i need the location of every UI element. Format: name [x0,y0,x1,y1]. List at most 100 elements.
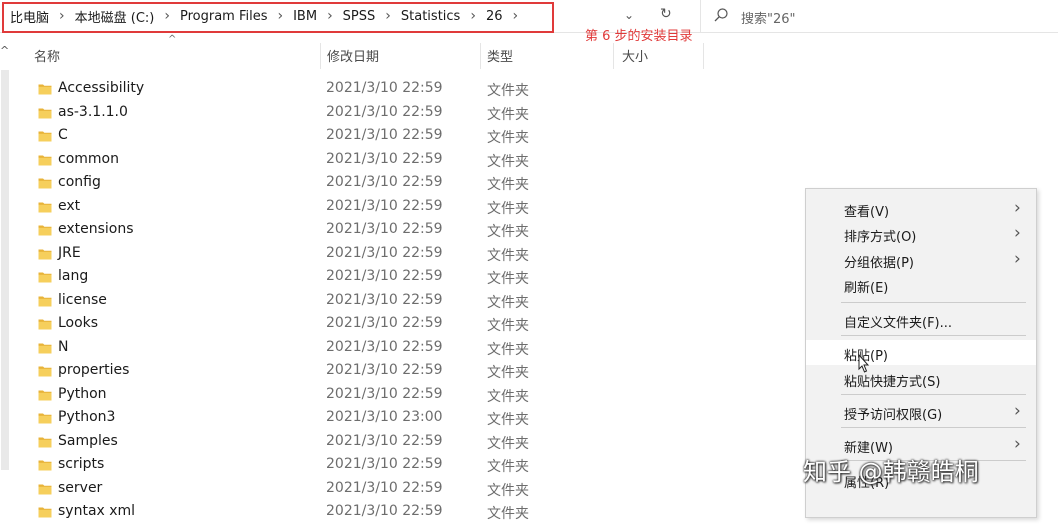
chevron-right-icon: › [1014,401,1021,421]
table-row[interactable]: extensions 2021/3/10 22:59 文件夹 [30,219,550,242]
file-name[interactable]: C [58,127,68,143]
table-row[interactable]: config 2021/3/10 22:59 文件夹 [30,172,550,195]
file-name[interactable]: lang [58,268,88,284]
table-row[interactable]: lang 2021/3/10 22:59 文件夹 [30,266,550,289]
file-type: 文件夹 [487,435,529,452]
file-modified-date: 2021/3/10 22:59 [326,80,443,96]
file-type: 文件夹 [487,271,529,287]
column-header-name[interactable]: 名称 [34,41,60,69]
file-type: 文件夹 [487,177,529,193]
file-modified-date: 2021/3/10 22:59 [326,174,443,190]
menu-item-refresh[interactable]: 刷新(E) [806,272,1036,297]
file-name[interactable]: license [58,292,107,308]
file-name[interactable]: Looks [58,315,98,331]
file-modified-date: 2021/3/10 22:59 [326,150,443,167]
file-modified-date: 2021/3/10 22:59 [326,221,443,237]
table-row[interactable]: Python3 2021/3/10 23:00 文件夹 [30,407,550,430]
search-icon [714,8,728,22]
menu-item-view[interactable]: 查看(V) › [806,196,1036,221]
file-name[interactable]: N [58,339,68,355]
table-row[interactable]: Looks 2021/3/10 22:59 文件夹 [30,313,550,336]
file-type: 文件夹 [487,459,529,475]
refresh-icon[interactable]: ↻ [660,6,672,22]
menu-item-customize-folder[interactable]: 自定义文件夹(F)... [806,307,1036,332]
column-header-date[interactable]: 修改日期 [327,41,379,69]
table-row[interactable]: common 2021/3/10 22:59 文件夹 [30,149,550,172]
file-name[interactable]: JRE [58,245,81,261]
table-row[interactable]: license 2021/3/10 22:59 文件夹 [30,290,550,313]
chevron-right-icon: › [1014,434,1021,454]
table-row[interactable]: Samples 2021/3/10 22:59 文件夹 [30,431,550,454]
annotation-highlight-box [2,2,554,33]
folder-icon [38,84,52,95]
file-name[interactable]: extensions [58,221,134,237]
file-name[interactable]: scripts [58,456,104,472]
table-row[interactable]: N 2021/3/10 22:59 文件夹 [30,337,550,360]
table-row[interactable]: C 2021/3/10 22:59 文件夹 [30,125,550,148]
file-type: 文件夹 [487,388,529,405]
column-divider[interactable] [320,43,321,69]
table-row[interactable]: syntax xml 2021/3/10 22:59 文件夹 [30,501,550,524]
column-divider[interactable] [703,43,704,69]
folder-icon [38,460,52,471]
table-row[interactable]: as-3.1.1.0 2021/3/10 22:59 文件夹 [30,102,550,125]
menu-item-sort[interactable]: 排序方式(O) › [806,221,1036,246]
menu-item-paste-shortcut[interactable]: 粘贴快捷方式(S) [806,366,1036,391]
file-name[interactable]: config [58,174,101,190]
folder-icon [38,343,52,353]
menu-item-group[interactable]: 分组依据(P) › [806,247,1036,272]
table-row[interactable]: Python 2021/3/10 22:59 文件夹 [30,384,550,407]
table-row[interactable]: scripts 2021/3/10 22:59 文件夹 [30,454,550,477]
scroll-up-icon[interactable]: ^ [0,44,9,57]
chevron-right-icon: › [1014,249,1021,269]
menu-item-paste[interactable]: 粘贴(P) [806,340,1036,365]
folder-icon [38,390,52,400]
address-dropdown-icon[interactable]: ⌄ [624,8,634,22]
file-name[interactable]: server [58,480,102,496]
file-modified-date: 2021/3/10 22:59 [326,432,443,449]
file-type: 文件夹 [487,153,529,170]
file-type: 文件夹 [487,294,529,311]
file-name[interactable]: as-3.1.1.0 [58,104,128,120]
file-name[interactable]: properties [58,362,129,378]
search-box[interactable]: 搜索"26" [700,0,1058,32]
folder-icon [38,319,52,330]
column-header-type[interactable]: 类型 [487,41,513,69]
table-row[interactable]: server 2021/3/10 22:59 文件夹 [30,478,550,501]
file-name[interactable]: common [58,151,119,167]
file-modified-date: 2021/3/10 22:59 [326,338,443,355]
file-type: 文件夹 [487,412,529,428]
table-row[interactable]: properties 2021/3/10 22:59 文件夹 [30,360,550,383]
file-modified-date: 2021/3/10 22:59 [326,127,443,143]
file-name[interactable]: ext [58,198,80,214]
file-modified-date: 2021/3/10 22:59 [326,244,443,261]
file-name[interactable]: Samples [58,433,118,449]
left-scrollbar[interactable] [1,70,9,470]
file-name[interactable]: Python3 [58,409,115,425]
mouse-pointer-icon [858,354,870,373]
file-modified-date: 2021/3/10 22:59 [326,291,443,308]
file-name[interactable]: Accessibility [58,80,144,96]
file-name[interactable]: syntax xml [58,503,135,519]
file-type: 文件夹 [487,200,529,217]
table-row[interactable]: ext 2021/3/10 22:59 文件夹 [30,196,550,219]
file-type: 文件夹 [487,247,529,264]
search-input[interactable]: 搜索"26" [741,8,796,27]
folder-icon [38,507,52,518]
file-modified-date: 2021/3/10 22:59 [326,503,443,519]
file-name[interactable]: Python [58,386,107,402]
column-header-size[interactable]: 大小 [622,41,648,69]
menu-item-grant-access[interactable]: 授予访问权限(G) › [806,399,1036,424]
menu-divider [841,427,1026,428]
column-divider[interactable] [613,43,614,69]
file-type: 文件夹 [487,365,529,381]
file-modified-date: 2021/3/10 22:59 [326,315,443,331]
column-divider[interactable] [480,43,481,69]
folder-icon [38,484,52,494]
folder-icon [38,249,52,259]
file-modified-date: 2021/3/10 22:59 [326,103,443,120]
folder-icon [38,413,52,424]
table-row[interactable]: JRE 2021/3/10 22:59 文件夹 [30,243,550,266]
table-row[interactable]: Accessibility 2021/3/10 22:59 文件夹 [30,78,550,101]
file-modified-date: 2021/3/10 22:59 [326,362,443,378]
